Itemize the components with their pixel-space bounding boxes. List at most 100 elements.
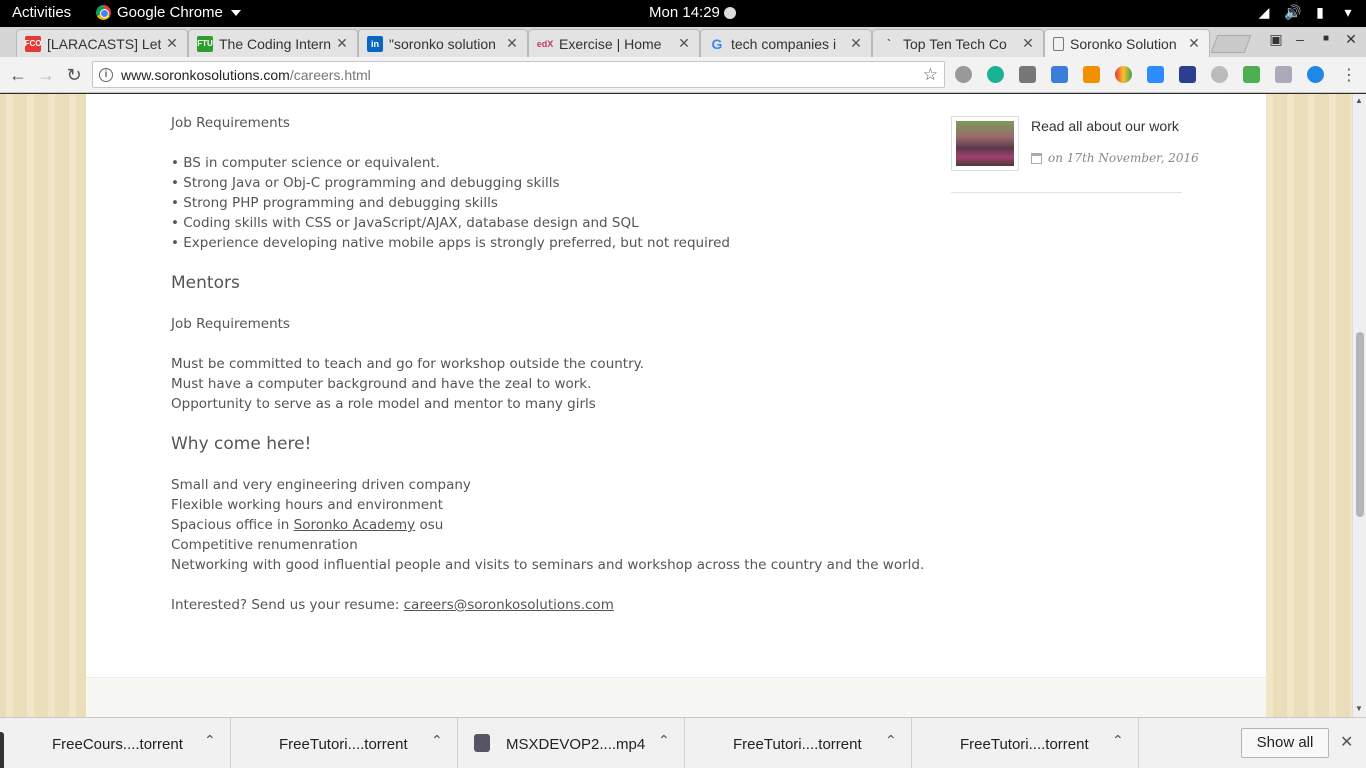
show-all-downloads-button[interactable]: Show all [1241, 728, 1329, 758]
soronko-academy-link[interactable]: Soronko Academy [294, 517, 416, 533]
tab-close-icon[interactable]: ✕ [677, 35, 691, 52]
post-title-link[interactable]: Read all about our work [1031, 118, 1179, 134]
volume-icon: 🔊 [1284, 4, 1302, 20]
battery-icon: ▮ [1316, 4, 1324, 20]
tab-close-icon[interactable]: ✕ [849, 35, 863, 52]
reload-icon[interactable]: ↻ [62, 63, 86, 87]
page-scrollbar[interactable]: ▲ ▼ [1352, 94, 1366, 717]
tab-linkedin[interactable]: in "soronko solution ✕ [358, 29, 528, 57]
rss-extension-icon[interactable] [1083, 66, 1100, 83]
new-tab-button[interactable] [1210, 35, 1252, 53]
careers-email-link[interactable]: careers@soronkosolutions.com [404, 597, 614, 613]
chevron-up-icon[interactable]: ⌃ [885, 732, 897, 749]
scroll-down-icon[interactable]: ▼ [1355, 704, 1363, 713]
loading-favicon-icon: ` [887, 36, 891, 51]
tab-coding-intern[interactable]: FTU The Coding Intern ✕ [188, 29, 358, 57]
wifi-icon: ◢ [1258, 4, 1270, 20]
chevron-up-icon[interactable]: ⌃ [431, 732, 443, 749]
extension-icon[interactable] [1179, 66, 1196, 83]
page-favicon-icon [1053, 36, 1064, 51]
chevron-up-icon[interactable]: ⌃ [204, 732, 216, 749]
activities-button[interactable]: Activities [12, 4, 71, 21]
extension-icon[interactable] [987, 66, 1004, 83]
url-path: /careers.html [289, 66, 371, 83]
extension-icon[interactable] [1211, 66, 1228, 83]
benefit-item: Competitive renumenration [171, 537, 358, 553]
calendar-icon [1031, 152, 1042, 164]
tab-close-icon[interactable]: ✕ [505, 35, 519, 52]
page-footer [86, 677, 1266, 717]
tab-strip: FCO [LARACASTS] Let ✕ FTU The Coding Int… [0, 27, 1366, 57]
chrome-icon [96, 5, 111, 20]
scrollbar-thumb[interactable] [1356, 332, 1364, 517]
benefit-item: Networking with good influential people … [171, 557, 925, 573]
extension-icon[interactable] [955, 66, 972, 83]
download-item[interactable]: MSXDEVOP2....mp4 ⌃ [458, 718, 685, 768]
maximize-icon[interactable]: ■ [1316, 33, 1336, 44]
scroll-up-icon[interactable]: ▲ [1355, 96, 1363, 105]
camera-extension-icon[interactable] [1019, 66, 1036, 83]
forward-arrow-icon[interactable]: → [34, 63, 58, 87]
tab-title: "soronko solution [389, 35, 496, 52]
why-come-here-heading: Why come here! [171, 434, 312, 454]
tab-close-icon[interactable]: ✕ [335, 35, 349, 52]
tab-edx-exercise[interactable]: edX Exercise | Home ✕ [528, 29, 700, 57]
gnome-top-bar: Activities Google Chrome Mon 14:29 ◢ 🔊 ▮… [0, 0, 1366, 27]
tab-laracasts[interactable]: FCO [LARACASTS] Let ✕ [16, 29, 188, 57]
tab-title: tech companies i [731, 35, 837, 52]
url-host: www.soronkosolutions.com [121, 66, 290, 83]
browser-toolbar: ← → ↻ i www.soronkosolutions.com/careers… [0, 57, 1366, 93]
clock[interactable]: Mon 14:29 [649, 4, 736, 21]
download-filename: FreeCours....torrent [52, 736, 183, 753]
benefit-item: Small and very engineering driven compan… [171, 477, 471, 493]
requirement-item: Opportunity to serve as a role model and… [171, 396, 596, 412]
post-thumbnail[interactable] [951, 116, 1019, 171]
requirement-item: • BS in computer science or equivalent. [171, 155, 440, 171]
profile-icon[interactable]: ▣ [1266, 31, 1286, 48]
requirement-item: Must be committed to teach and go for wo… [171, 356, 645, 372]
extension-icon[interactable] [1147, 66, 1164, 83]
chrome-menu-icon[interactable]: ⋮ [1341, 65, 1357, 85]
chevron-up-icon[interactable]: ⌃ [1112, 732, 1124, 749]
tab-close-icon[interactable]: ✕ [1021, 35, 1035, 52]
office-prefix: Spacious office in [171, 517, 294, 533]
bookmark-star-icon[interactable]: ☆ [923, 65, 938, 85]
download-item[interactable]: FreeCours....torrent ⌃ [4, 718, 231, 768]
resume-prompt: Interested? Send us your resume: [171, 597, 404, 613]
extension-icon[interactable] [1051, 66, 1068, 83]
chevron-up-icon[interactable]: ⌃ [658, 732, 670, 749]
download-item[interactable]: FreeTutori....torrent ⌃ [912, 718, 1139, 768]
extension-icon[interactable] [1115, 66, 1132, 83]
close-window-icon[interactable]: ✕ [1341, 31, 1361, 48]
tab-soronko-solutions[interactable]: Soronko Solution ✕ [1044, 29, 1210, 57]
info-icon[interactable]: i [99, 67, 113, 82]
office-suffix: osu [415, 517, 444, 533]
tab-close-icon[interactable]: ✕ [165, 35, 179, 52]
minimize-icon[interactable]: – [1290, 31, 1310, 47]
shield-extension-icon[interactable] [1275, 66, 1292, 83]
job-requirements-heading: Job Requirements [171, 316, 290, 332]
tab-top-ten-tech[interactable]: ` Top Ten Tech Co ✕ [872, 29, 1044, 57]
edx-favicon-icon: edX [536, 38, 554, 49]
tab-title: Soronko Solution [1070, 35, 1177, 52]
system-tray[interactable]: ◢ 🔊 ▮ ▾ [1256, 4, 1356, 20]
app-menu[interactable]: Google Chrome [96, 4, 241, 21]
clock-label: Mon 14:29 [649, 4, 720, 21]
requirement-item: • Strong Java or Obj-C programming and d… [171, 175, 560, 191]
web-page: Job Requirements • BS in computer scienc… [0, 94, 1366, 717]
download-extension-icon[interactable] [1243, 66, 1260, 83]
tab-close-icon[interactable]: ✕ [1187, 35, 1201, 52]
download-item[interactable]: FreeTutori....torrent ⌃ [685, 718, 912, 768]
address-bar[interactable]: i www.soronkosolutions.com/careers.html … [92, 61, 945, 88]
extension-icon[interactable] [1307, 66, 1324, 83]
tab-google-search[interactable]: G tech companies i ✕ [700, 29, 872, 57]
download-item[interactable]: FreeTutori....torrent ⌃ [231, 718, 458, 768]
app-menu-label: Google Chrome [117, 4, 223, 21]
back-arrow-icon[interactable]: ← [6, 63, 30, 87]
benefit-item-office: Spacious office in Soronko Academy osu [171, 517, 443, 533]
tab-title: Top Ten Tech Co [903, 35, 1007, 52]
benefit-item: Flexible working hours and environment [171, 497, 443, 513]
close-downloads-icon[interactable]: ✕ [1340, 732, 1353, 752]
post-date: on 17th November, 2016 [1031, 151, 1199, 165]
requirement-item: Must have a computer background and have… [171, 376, 592, 392]
